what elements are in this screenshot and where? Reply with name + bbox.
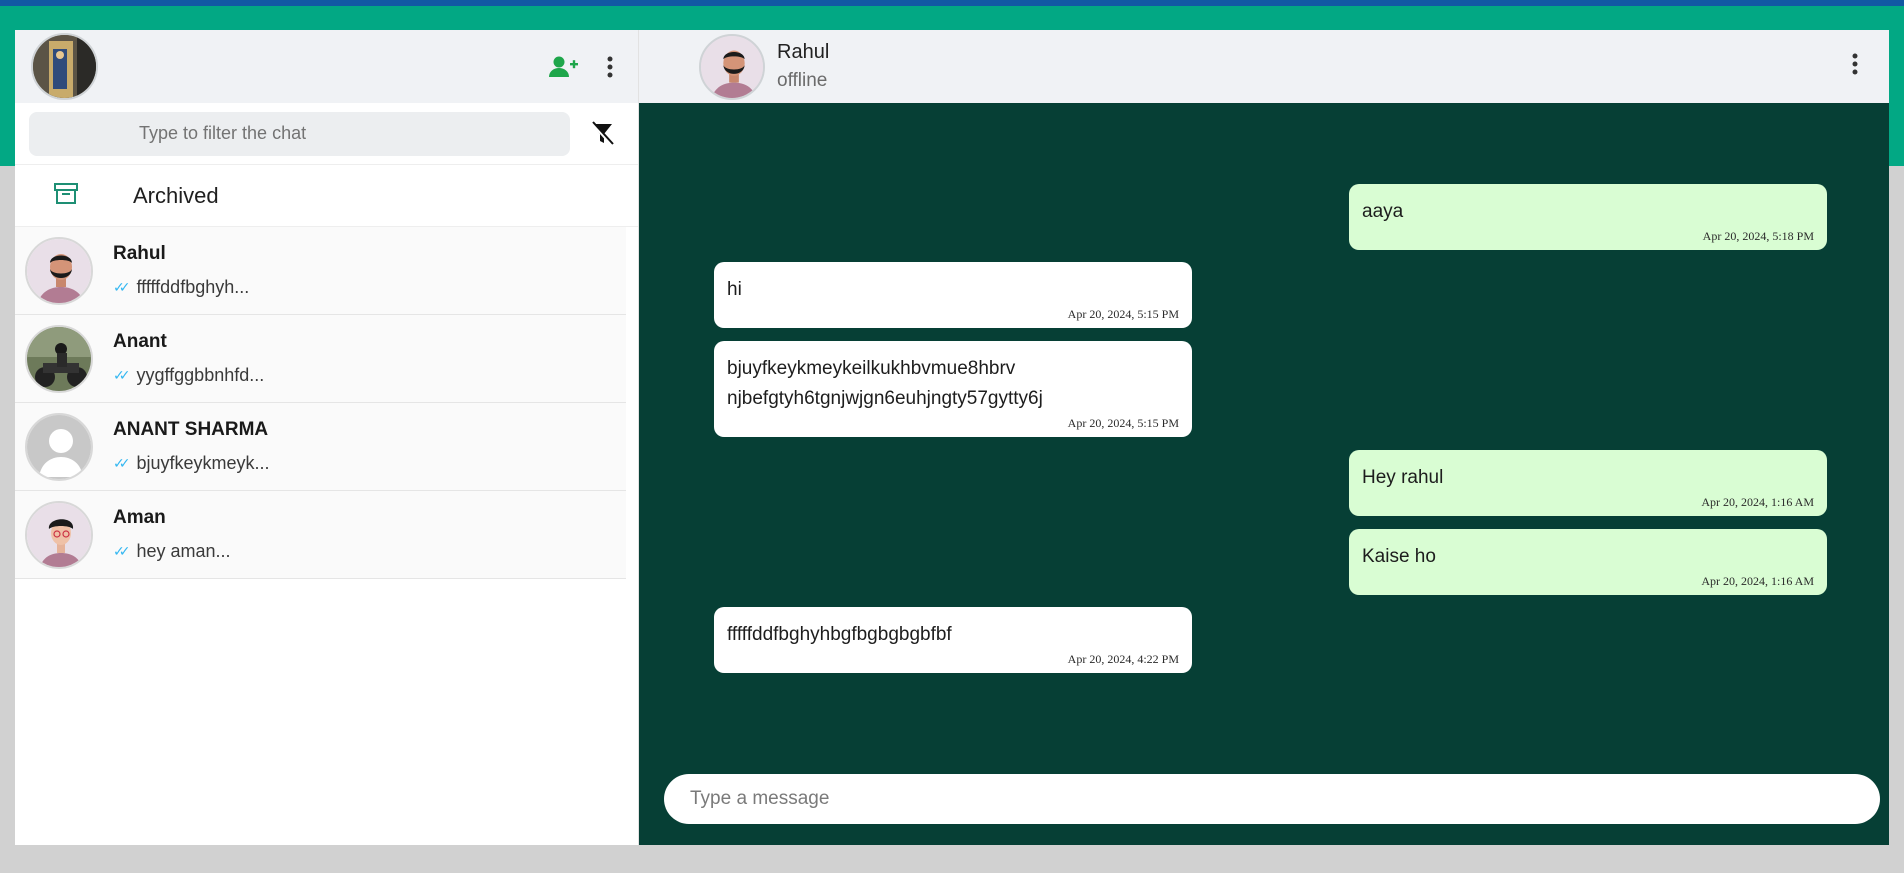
chat-last-message: ✓✓ fffffddfbghyh... bbox=[113, 277, 249, 298]
peer-status: offline bbox=[777, 70, 828, 91]
message-timestamp: Apr 20, 2024, 5:18 PM bbox=[1702, 229, 1814, 243]
message-timestamp: Apr 20, 2024, 5:15 PM bbox=[1067, 416, 1179, 430]
message-bubble-outgoing: aaya Apr 20, 2024, 5:18 PM bbox=[1349, 184, 1827, 250]
double-check-icon: ✓✓ bbox=[113, 279, 131, 295]
message-text: bjuyfkeykmeykeilkukhbvmue8hbrv njbefgtyh… bbox=[727, 358, 1043, 409]
message-text: fffffddfbghyhbgfbgbgbgbfbf bbox=[727, 624, 952, 645]
chat-item-anant-sharma[interactable]: ANANT SHARMA ✓✓ bjuyfkeykmeyk... bbox=[15, 403, 626, 491]
message-text: aaya bbox=[1362, 201, 1404, 222]
chat-last-message-text: yygffggbbnhfd... bbox=[136, 365, 265, 385]
chat-item-rahul[interactable]: Rahul ✓✓ fffffddfbghyh... bbox=[15, 227, 626, 315]
message-timestamp: Apr 20, 2024, 1:16 AM bbox=[1701, 574, 1814, 588]
sidebar: Archived Rahul bbox=[15, 30, 639, 845]
kebab-menu-icon[interactable] bbox=[1851, 52, 1859, 76]
archived-row[interactable]: Archived bbox=[15, 165, 638, 227]
avatar bbox=[25, 500, 93, 569]
chat-last-message: ✓✓ bjuyfkeykmeyk... bbox=[113, 453, 270, 474]
chat-last-message-text: hey aman... bbox=[136, 541, 231, 561]
person-add-icon[interactable] bbox=[548, 55, 578, 79]
message-bubble-incoming: hi Apr 20, 2024, 5:15 PM bbox=[714, 262, 1192, 328]
message-input[interactable] bbox=[664, 774, 1880, 824]
sidebar-actions bbox=[548, 55, 622, 79]
avatar bbox=[25, 412, 93, 481]
archived-label: Archived bbox=[133, 182, 219, 208]
message-timestamp: Apr 20, 2024, 4:22 PM bbox=[1067, 652, 1179, 666]
message-text: Hey rahul bbox=[1362, 467, 1444, 488]
chat-name: Rahul bbox=[113, 243, 166, 264]
message-timestamp: Apr 20, 2024, 5:15 PM bbox=[1067, 307, 1179, 321]
chat-last-message-text: bjuyfkeykmeyk... bbox=[136, 453, 270, 473]
profile-photo bbox=[33, 35, 96, 98]
filter-off-icon[interactable] bbox=[590, 120, 614, 147]
message-text: Kaise ho bbox=[1362, 546, 1436, 567]
double-check-icon: ✓✓ bbox=[113, 367, 131, 383]
chat-last-message: ✓✓ yygffggbbnhfd... bbox=[113, 365, 264, 386]
chat-last-message-text: fffffddfbghyh... bbox=[136, 277, 250, 297]
chat-filter-row bbox=[15, 103, 638, 165]
chat-item-anant[interactable]: Anant ✓✓ yygffggbbnhfd... bbox=[15, 315, 626, 403]
message-bubble-incoming: fffffddfbghyhbgfbgbgbgbfbf Apr 20, 2024,… bbox=[714, 607, 1192, 673]
chat-item-text: Rahul ✓✓ fffffddfbghyh... bbox=[113, 243, 249, 298]
conversation-panel: Rahul offline aaya Apr 20, 2024, 5:18 PM… bbox=[639, 30, 1889, 845]
message-bubble-outgoing: Hey rahul Apr 20, 2024, 1:16 AM bbox=[1349, 450, 1827, 516]
avatar bbox=[25, 236, 93, 305]
my-profile-avatar[interactable] bbox=[31, 33, 98, 100]
archive-box-icon bbox=[53, 181, 79, 210]
chat-item-text: Anant ✓✓ yygffggbbnhfd... bbox=[113, 331, 264, 386]
chat-name: ANANT SHARMA bbox=[113, 419, 269, 440]
chat-name: Anant bbox=[113, 331, 167, 352]
chat-item-text: Aman ✓✓ hey aman... bbox=[113, 507, 231, 562]
chat-item-text: ANANT SHARMA ✓✓ bjuyfkeykmeyk... bbox=[113, 419, 270, 474]
chat-list: Rahul ✓✓ fffffddfbghyh... Anant ✓✓ yygff… bbox=[15, 227, 626, 579]
message-text: hi bbox=[727, 279, 742, 300]
peer-info: Rahul offline bbox=[777, 41, 829, 92]
chat-item-aman[interactable]: Aman ✓✓ hey aman... bbox=[15, 491, 626, 579]
message-bubble-outgoing: Kaise ho Apr 20, 2024, 1:16 AM bbox=[1349, 529, 1827, 595]
peer-avatar[interactable] bbox=[699, 33, 765, 100]
message-bubble-incoming: bjuyfkeykmeykeilkukhbvmue8hbrv njbefgtyh… bbox=[714, 341, 1192, 437]
conversation-header: Rahul offline bbox=[639, 30, 1889, 103]
message-timestamp: Apr 20, 2024, 1:16 AM bbox=[1701, 495, 1814, 509]
message-list: aaya Apr 20, 2024, 5:18 PM hi Apr 20, 20… bbox=[639, 103, 1889, 763]
chat-app: Archived Rahul bbox=[15, 30, 1889, 845]
chat-last-message: ✓✓ hey aman... bbox=[113, 541, 231, 562]
avatar bbox=[25, 324, 93, 393]
chat-name: Aman bbox=[113, 507, 166, 528]
double-check-icon: ✓✓ bbox=[113, 455, 131, 471]
kebab-menu-icon[interactable] bbox=[606, 55, 614, 79]
double-check-icon: ✓✓ bbox=[113, 543, 131, 559]
sidebar-header bbox=[15, 30, 638, 103]
chat-filter-input[interactable] bbox=[29, 111, 570, 156]
peer-name: Rahul bbox=[777, 41, 830, 63]
